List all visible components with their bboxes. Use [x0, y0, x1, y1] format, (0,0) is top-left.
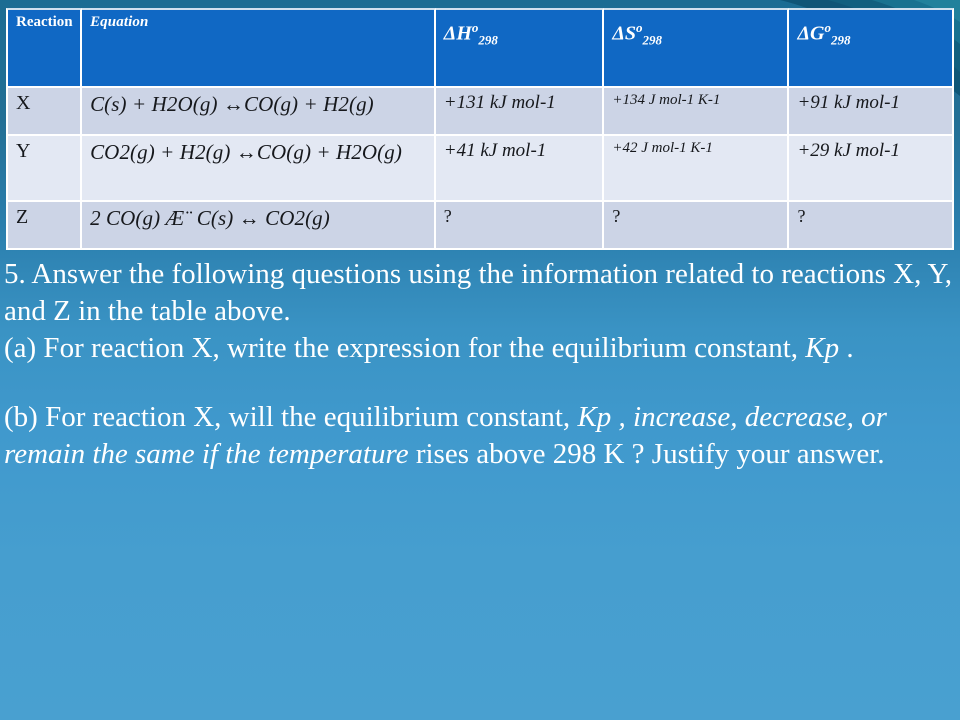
thermodynamic-data-table-wrapper: Reaction Equation ΔHo298 ΔSo298 ΔGo298 X… — [6, 8, 954, 250]
column-header-delta-s: ΔSo298 — [604, 8, 790, 88]
cell-delta-s: +42 J mol-1 K-1 — [604, 136, 790, 202]
cell-reaction-label: X — [6, 88, 83, 136]
table-row: X C(s) + H2O(g) ↔CO(g) + H2(g) +131 kJ m… — [6, 88, 954, 136]
cell-reaction-label: Z — [6, 202, 83, 250]
part-a-kp-symbol: Kp — [805, 332, 840, 364]
cell-delta-g: +91 kJ mol-1 — [789, 88, 954, 136]
part-a-tail-text: . — [839, 332, 854, 364]
cell-delta-s: ? — [604, 202, 790, 250]
column-header-equation: Equation — [82, 8, 436, 88]
cell-delta-g: +29 kJ mol-1 — [789, 136, 954, 202]
symbol-h: H — [456, 22, 472, 45]
cell-equation: 2 CO(g) Æ¨ C(s) ↔ CO2(g) — [82, 202, 436, 250]
question-part-a: (a) For reaction X, write the expression… — [4, 330, 954, 367]
delta-glyph-h: Δ — [443, 22, 457, 45]
cell-delta-h: +41 kJ mol-1 — [435, 136, 605, 202]
part-b-tail-text: rises above 298 K ? Justify your answer. — [408, 438, 885, 470]
slide-canvas: Reaction Equation ΔHo298 ΔSo298 ΔGo298 X… — [0, 0, 960, 720]
table-body: X C(s) + H2O(g) ↔CO(g) + H2(g) +131 kJ m… — [6, 88, 954, 250]
table-header: Reaction Equation ΔHo298 ΔSo298 ΔGo298 — [6, 8, 954, 88]
part-a-lead-text: (a) For reaction X, write the expression… — [4, 332, 806, 364]
thermodynamic-data-table: Reaction Equation ΔHo298 ΔSo298 ΔGo298 X… — [6, 8, 954, 250]
column-header-reaction: Reaction — [6, 8, 83, 88]
cell-equation: CO2(g) + H2(g) ↔CO(g) + H2O(g) — [82, 136, 436, 202]
question-text-block: 5. Answer the following questions using … — [4, 256, 954, 473]
cell-equation: C(s) + H2O(g) ↔CO(g) + H2(g) — [82, 88, 436, 136]
delta-glyph-s: Δ — [612, 22, 625, 45]
table-header-row: Reaction Equation ΔHo298 ΔSo298 ΔGo298 — [6, 8, 954, 88]
symbol-s: S — [624, 22, 637, 45]
cell-reaction-label: Y — [6, 136, 83, 202]
cell-delta-g: ? — [789, 202, 954, 250]
question-stem: 5. Answer the following questions using … — [4, 258, 952, 327]
cell-delta-s: +134 J mol-1 K-1 — [604, 88, 790, 136]
delta-glyph-g: Δ — [797, 22, 810, 45]
part-b-lead-text: (b) For reaction X, will the equilibrium… — [4, 401, 578, 433]
subscript-298-s: 298 — [642, 32, 663, 48]
cell-delta-h: ? — [435, 202, 605, 250]
table-row: Y CO2(g) + H2(g) ↔CO(g) + H2O(g) +41 kJ … — [6, 136, 954, 202]
column-header-delta-h: ΔHo298 — [435, 8, 605, 88]
column-header-delta-g: ΔGo298 — [789, 8, 954, 88]
table-row: Z 2 CO(g) Æ¨ C(s) ↔ CO2(g) ? ? ? — [6, 202, 954, 250]
symbol-g: G — [809, 22, 825, 45]
question-part-b: (b) For reaction X, will the equilibrium… — [4, 399, 954, 473]
subscript-298-g: 298 — [830, 32, 851, 48]
subscript-298-h: 298 — [478, 32, 498, 48]
cell-delta-h: +131 kJ mol-1 — [435, 88, 605, 136]
